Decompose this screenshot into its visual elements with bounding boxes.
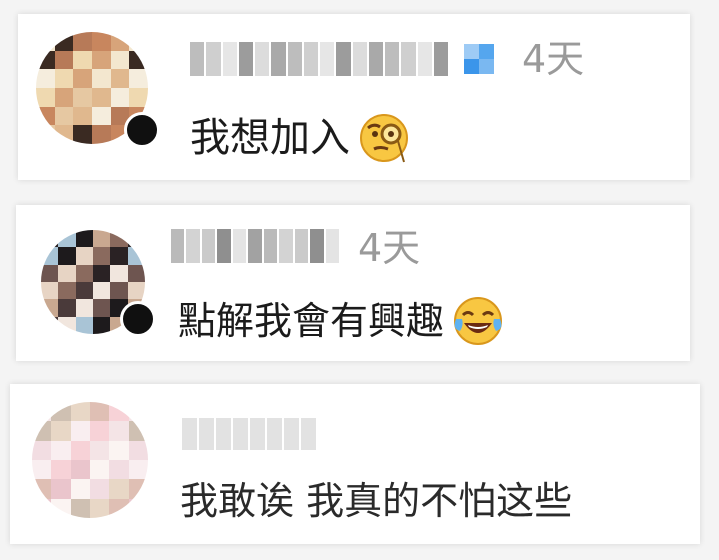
comment-card[interactable]: 4天 點解我會有興趣 bbox=[16, 205, 690, 361]
username-blurred[interactable] bbox=[190, 42, 448, 76]
comment-text: 我想加入 bbox=[190, 115, 350, 161]
comment-card[interactable]: 我敢诶 我真的不怕这些 bbox=[10, 384, 700, 544]
username-blurred[interactable] bbox=[171, 229, 339, 263]
status-badge bbox=[124, 112, 160, 148]
comment-text: 我敢诶 我真的不怕这些 bbox=[180, 479, 573, 523]
comment-time: 4天 bbox=[522, 37, 585, 81]
comment-text-row: 我想加入 bbox=[190, 112, 410, 164]
avatar[interactable] bbox=[32, 402, 148, 518]
face-with-monocle-icon bbox=[360, 114, 408, 163]
comment-time: 4天 bbox=[358, 226, 421, 270]
face-with-tears-of-joy-icon bbox=[454, 297, 503, 345]
username-blurred[interactable] bbox=[182, 418, 316, 450]
comment-text: 點解我會有興趣 bbox=[178, 299, 445, 343]
comment-text-row: 我敢诶 我真的不怕这些 bbox=[180, 482, 572, 520]
status-badge bbox=[120, 301, 156, 337]
comment-card[interactable]: 4天 我想加入 bbox=[18, 14, 690, 180]
comment-text-row: 點解我會有興趣 bbox=[178, 295, 504, 347]
verified-badge-icon bbox=[464, 44, 494, 74]
